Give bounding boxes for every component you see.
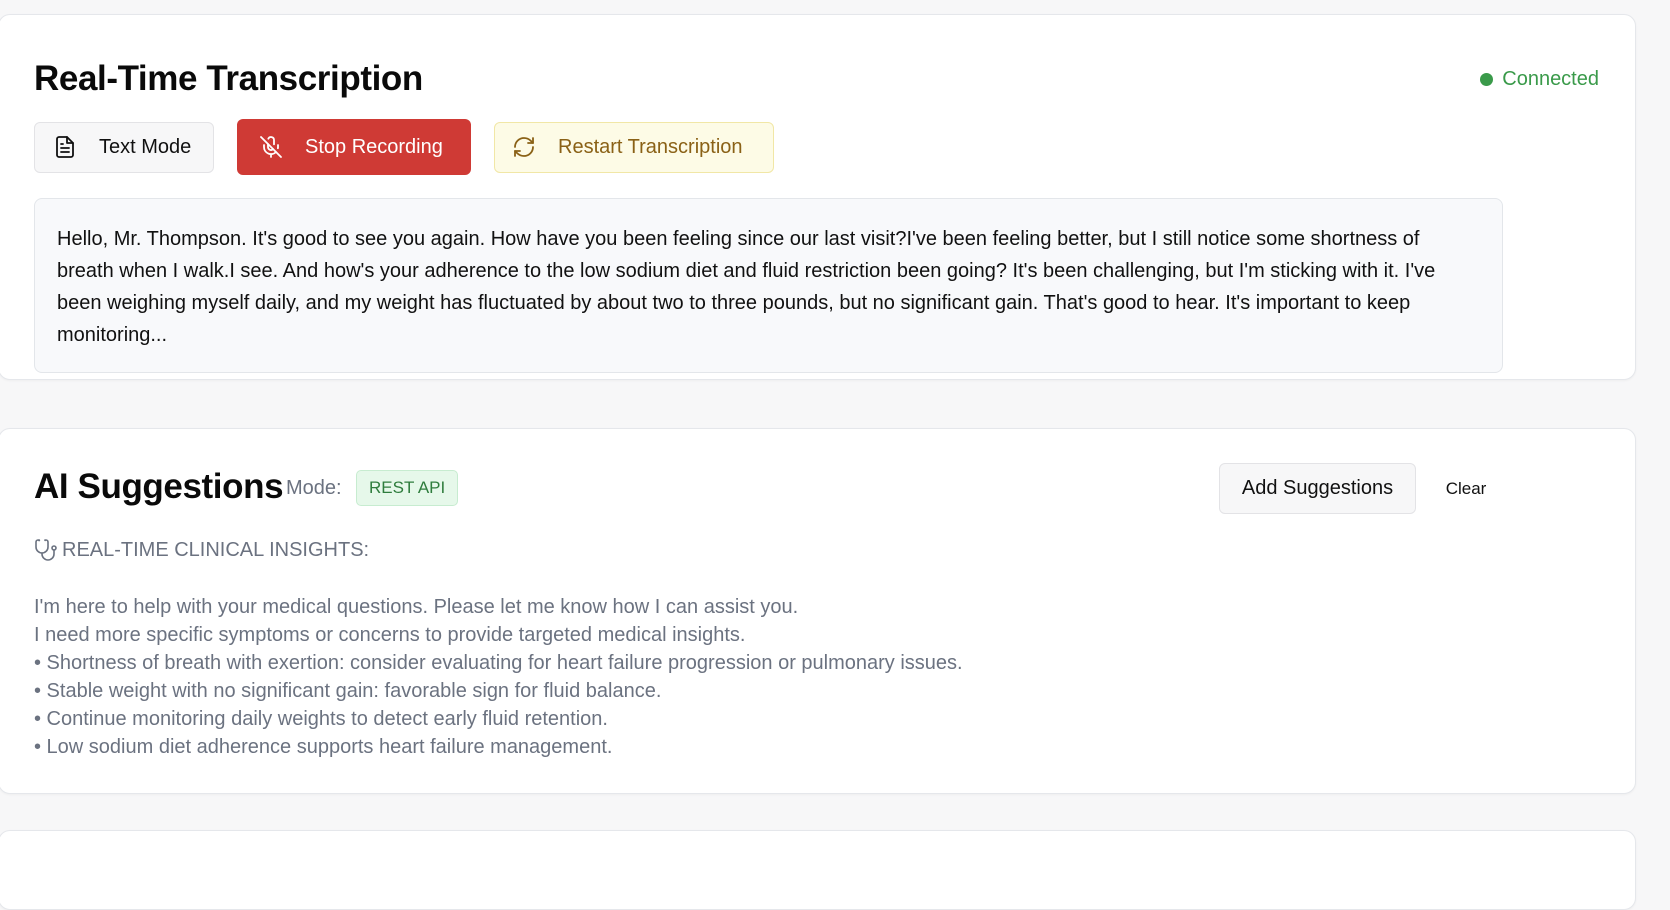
text-mode-label: Text Mode (99, 135, 192, 158)
transcription-title: Real-Time Transcription (34, 59, 423, 98)
stop-recording-button[interactable]: Stop Recording (237, 119, 471, 175)
mode-badge: REST API (356, 470, 459, 506)
add-suggestions-button[interactable]: Add Suggestions (1219, 463, 1416, 514)
text-mode-button[interactable]: Text Mode (34, 121, 214, 173)
transcript-text: Hello, Mr. Thompson. It's good to see yo… (57, 228, 1436, 346)
status-dot-icon (1480, 73, 1494, 86)
ai-suggestions-card: AI Suggestions Mode: REST API Add Sugges… (0, 428, 1636, 794)
stethoscope-icon (35, 539, 57, 561)
mode-label: Mode: (286, 477, 342, 499)
insight-line: • Stable weight with no significant gain… (34, 680, 662, 702)
next-card (0, 830, 1636, 910)
restart-transcription-button[interactable]: Restart Transcription (494, 121, 774, 173)
ai-suggestions-title: AI Suggestions (34, 467, 284, 506)
insights-header-text: REAL-TIME CLINICAL INSIGHTS: (62, 539, 370, 561)
transcript-box: Hello, Mr. Thompson. It's good to see yo… (34, 198, 1503, 373)
insight-line: • Shortness of breath with exertion: con… (34, 652, 963, 674)
status-text: Connected (1502, 68, 1599, 90)
insight-line: • Continue monitoring daily weights to d… (34, 708, 608, 730)
clear-button[interactable]: Clear (1427, 463, 1505, 514)
restart-transcription-label: Restart Transcription (558, 135, 743, 158)
stop-recording-label: Stop Recording (305, 135, 443, 158)
mic-off-icon (260, 136, 282, 158)
connection-status: Connected (1480, 68, 1599, 91)
insight-line: I'm here to help with your medical quest… (34, 596, 799, 618)
insights-header: REAL-TIME CLINICAL INSIGHTS: (34, 536, 1234, 564)
transcription-toolbar: Text Mode Stop Recording Restart Transcr… (34, 119, 774, 175)
transcription-card: Real-Time Transcription Connected Text M… (0, 14, 1636, 380)
document-icon (56, 136, 74, 158)
refresh-icon (514, 137, 534, 157)
insight-line: • Low sodium diet adherence supports hea… (34, 736, 613, 758)
insights-content: REAL-TIME CLINICAL INSIGHTS: I'm here to… (34, 536, 1234, 761)
insight-line: I need more specific symptoms or concern… (34, 624, 746, 646)
